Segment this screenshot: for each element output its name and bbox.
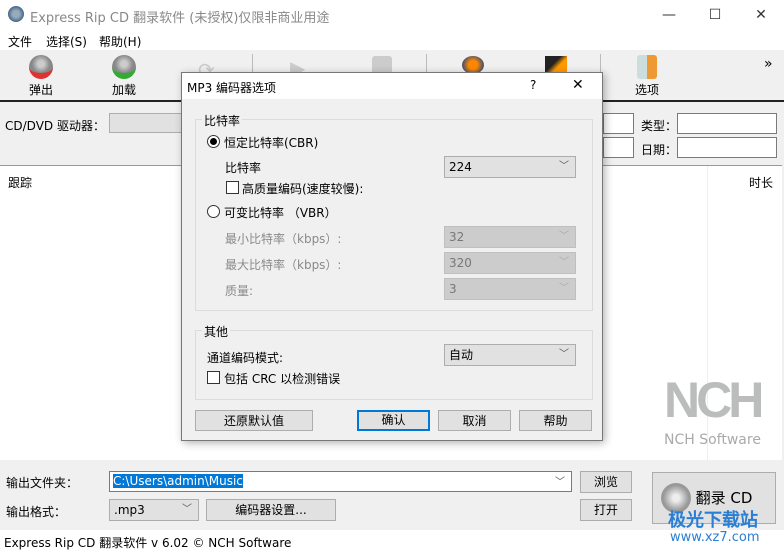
chevron-down-icon: ﹀ — [182, 504, 192, 515]
tools-icon — [637, 55, 657, 79]
crc-label[interactable]: 包括 CRC 以检测错误 — [224, 370, 340, 387]
min-bitrate-label: 最小比特率（kbps）: — [225, 232, 342, 246]
cbr-label[interactable]: 恒定比特率(CBR) — [224, 134, 318, 151]
channel-mode-select[interactable]: 自动 ﹀ — [444, 344, 576, 366]
high-quality-label[interactable]: 高质量编码(速度较慢): — [242, 180, 363, 197]
options-label: 选项 — [634, 83, 659, 97]
chevron-down-icon: ﹀ — [559, 231, 569, 242]
artist-field[interactable] — [603, 137, 634, 158]
bitrate-label: 比特率 — [225, 161, 262, 175]
chevron-down-icon: ﹀ — [559, 257, 569, 268]
album-field[interactable] — [603, 113, 634, 134]
watermark-url: www.xz7.com — [670, 530, 760, 545]
vbr-radio[interactable] — [207, 205, 220, 218]
output-format-select[interactable]: .mp3 ﹀ — [109, 499, 199, 521]
dialog-title: MP3 编码器选项 — [187, 81, 277, 95]
options-button[interactable]: 选项 — [612, 50, 682, 100]
status-text: Express Rip CD 翻录软件 v 6.02 © NCH Softwar… — [4, 536, 292, 550]
nch-logo: NCH — [664, 372, 764, 428]
help-icon[interactable]: ? — [530, 78, 536, 92]
max-bitrate-select[interactable]: 320 ﹀ — [444, 252, 576, 274]
chevron-down-icon: ﹀ — [559, 283, 569, 294]
vbr-label[interactable]: 可变比特率 （VBR） — [224, 204, 337, 221]
max-bitrate-label: 最大比特率（kbps）: — [225, 258, 342, 272]
more-icon[interactable]: » — [764, 56, 773, 72]
browse-button[interactable]: 浏览 — [580, 471, 632, 493]
high-quality-checkbox[interactable] — [226, 181, 239, 194]
dialog-title-bar: MP3 编码器选项 ? ✕ — [182, 73, 602, 99]
open-button[interactable]: 打开 — [580, 499, 632, 521]
app-icon — [8, 6, 24, 22]
maximize-button[interactable]: ☐ — [692, 0, 738, 30]
dialog-close-button[interactable]: ✕ — [572, 77, 584, 93]
mp3-encoder-dialog: MP3 编码器选项 ? ✕ 比特率 恒定比特率(CBR) 比特率 224 ﹀ 高质… — [181, 72, 603, 441]
date-field[interactable] — [677, 137, 777, 158]
status-bar: Express Rip CD 翻录软件 v 6.02 © NCH Softwar… — [0, 510, 784, 552]
output-folder-label: 输出文件夹： — [6, 476, 79, 490]
menu-file[interactable]: 文件 — [8, 33, 32, 50]
output-format-label: 输出格式： — [6, 505, 67, 519]
window-title: Express Rip CD 翻录软件 (未授权)仅限非商业用途 — [30, 11, 330, 26]
crc-checkbox[interactable] — [207, 371, 220, 384]
restore-defaults-button[interactable]: 还原默认值 — [195, 410, 313, 431]
channel-mode-label: 通道编码模式: — [207, 351, 284, 365]
other-group-label: 其他 — [202, 323, 231, 340]
eject-icon — [29, 55, 53, 79]
load-icon — [112, 55, 136, 79]
date-label: 日期： — [641, 143, 678, 157]
title-bar: Express Rip CD 翻录软件 (未授权)仅限非商业用途 — ☐ ✕ — [0, 0, 784, 30]
output-folder-value: C:\Users\admin\Music — [113, 474, 243, 488]
load-label: 加载 — [111, 83, 136, 97]
cancel-button[interactable]: 取消 — [438, 410, 511, 431]
eject-button[interactable]: 弹出 — [6, 50, 76, 100]
encoder-settings-button[interactable]: 编码器设置... — [206, 499, 336, 521]
eject-label: 弹出 — [28, 83, 53, 97]
chevron-down-icon: ﹀ — [559, 349, 569, 360]
rip-cd-label: 翻录 CD — [695, 489, 753, 507]
drive-label: CD/DVD 驱动器： — [5, 119, 105, 133]
bitrate-select[interactable]: 224 ﹀ — [444, 156, 576, 178]
help-button[interactable]: 帮助 — [519, 410, 592, 431]
drive-select[interactable] — [109, 113, 189, 133]
load-button[interactable]: 加载 — [89, 50, 159, 100]
type-field[interactable] — [677, 113, 777, 134]
bitrate-group-label: 比特率 — [202, 112, 243, 129]
ok-button[interactable]: 确认 — [357, 410, 430, 431]
column-duration[interactable]: 时长 — [749, 174, 773, 191]
menu-bar: 文件 选择(S) 帮助(H) — [0, 30, 784, 50]
nch-software-text: NCH Software — [664, 432, 761, 448]
column-track[interactable]: 跟踪 — [8, 174, 32, 191]
minimize-button[interactable]: — — [646, 0, 692, 30]
cbr-radio[interactable] — [207, 135, 220, 148]
type-label: 类型： — [641, 119, 678, 133]
menu-select[interactable]: 选择(S) — [46, 33, 87, 50]
quality-label: 质量: — [225, 284, 254, 298]
chevron-down-icon: ﹀ — [559, 161, 569, 172]
close-button[interactable]: ✕ — [738, 0, 784, 30]
min-bitrate-select[interactable]: 32 ﹀ — [444, 226, 576, 248]
quality-select[interactable]: 3 ﹀ — [444, 278, 576, 300]
chevron-down-icon[interactable]: ﹀ — [555, 473, 565, 488]
output-folder-input[interactable]: C:\Users\admin\Music ﹀ — [109, 471, 572, 492]
watermark-text: 极光下载站 — [668, 510, 758, 531]
menu-help[interactable]: 帮助(H) — [99, 33, 141, 50]
